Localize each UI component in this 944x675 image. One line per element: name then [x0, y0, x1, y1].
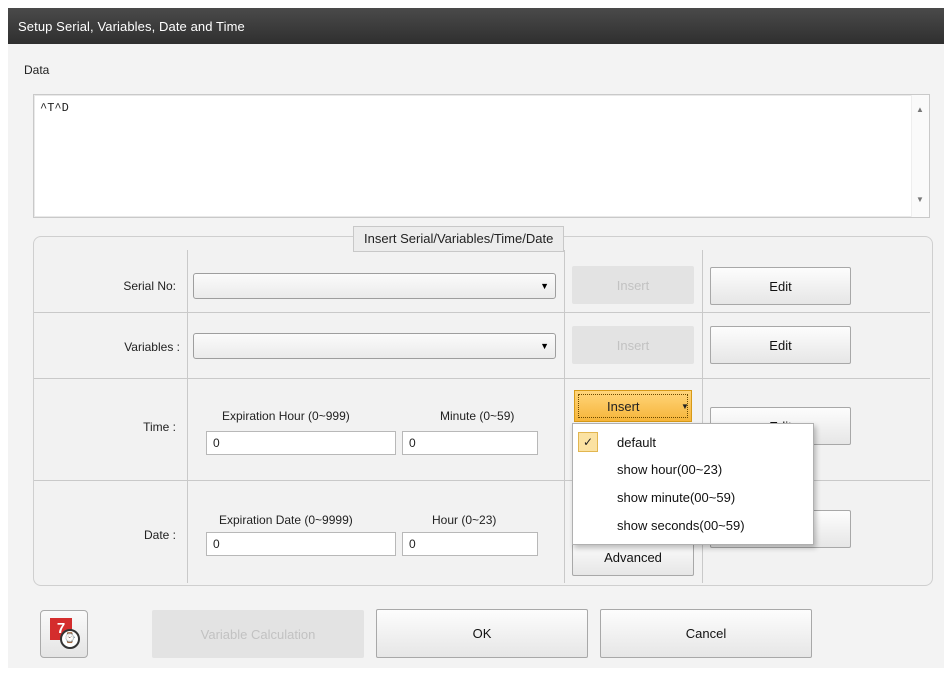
advanced-button[interactable]: Advanced: [572, 540, 694, 576]
advanced-label: Advanced: [604, 550, 662, 565]
data-textarea[interactable]: ^T^D ▲ ▼: [33, 94, 930, 218]
clock-icon: ⌚: [60, 629, 80, 649]
serial-edit-button[interactable]: Edit: [710, 267, 851, 305]
data-content: ^T^D: [40, 101, 69, 115]
dropdown-caret-icon: ▼: [681, 402, 689, 411]
variables-insert-label: Insert: [616, 338, 650, 353]
column-divider: [564, 250, 565, 583]
minute-label: Minute (0~59): [440, 409, 515, 423]
ok-button[interactable]: OK: [376, 609, 588, 658]
expiration-hour-label: Expiration Hour (0~999): [222, 409, 350, 423]
serial-insert-button[interactable]: Insert: [572, 266, 694, 304]
date-hour-label: Hour (0~23): [432, 513, 497, 527]
serial-edit-label: Edit: [769, 279, 792, 294]
serial-insert-label: Insert: [616, 278, 650, 293]
cancel-label: Cancel: [685, 626, 727, 641]
ok-label: OK: [472, 626, 492, 641]
menu-item-show-minute[interactable]: show minute(00~59): [617, 490, 735, 505]
time-insert-dropdown-button[interactable]: Insert ▼: [574, 390, 692, 422]
variables-insert-button[interactable]: Insert: [572, 326, 694, 364]
insert-group-title: Insert Serial/Variables/Time/Date: [353, 226, 565, 252]
serial-combo[interactable]: ▼: [193, 273, 556, 299]
variable-calculation-label: Variable Calculation: [200, 627, 316, 642]
menu-item-default[interactable]: default: [617, 435, 656, 450]
insert-dropdown-menu: ✓ default show hour(00~23) show minute(0…: [572, 423, 814, 545]
serial-label: Serial No:: [123, 279, 176, 293]
scroll-up-icon[interactable]: ▲: [916, 105, 924, 114]
variable-calculation-button[interactable]: Variable Calculation: [152, 610, 364, 658]
column-divider: [187, 250, 188, 583]
time-insert-label: Insert: [607, 399, 640, 414]
checkmark-icon: ✓: [578, 432, 598, 452]
menu-item-show-hour[interactable]: show hour(00~23): [617, 462, 722, 477]
time-label: Time :: [143, 420, 176, 434]
chevron-down-icon: ▼: [540, 341, 549, 351]
variables-label: Variables :: [124, 340, 180, 354]
date-label: Date :: [143, 528, 176, 542]
expiration-date-label: Expiration Date (0~9999): [219, 513, 353, 527]
row-divider: [34, 312, 930, 313]
title-bar: Setup Serial, Variables, Date and Time: [8, 8, 944, 44]
expiration-date-input[interactable]: 0: [206, 532, 396, 556]
minute-input[interactable]: 0: [402, 431, 538, 455]
row-divider: [34, 378, 930, 379]
data-scrollbar[interactable]: ▲ ▼: [911, 95, 929, 217]
data-label: Data: [24, 63, 50, 77]
chevron-down-icon: ▼: [540, 281, 549, 291]
date-time-icon-button[interactable]: 7 ⌚: [40, 610, 88, 658]
window-title: Setup Serial, Variables, Date and Time: [18, 19, 245, 34]
variables-combo[interactable]: ▼: [193, 333, 556, 359]
expiration-hour-input[interactable]: 0: [206, 431, 396, 455]
menu-item-show-seconds[interactable]: show seconds(00~59): [617, 518, 745, 533]
variables-edit-button[interactable]: Edit: [710, 326, 851, 364]
scroll-down-icon[interactable]: ▼: [916, 195, 924, 204]
cancel-button[interactable]: Cancel: [600, 609, 812, 658]
variables-edit-label: Edit: [769, 338, 792, 353]
date-hour-input[interactable]: 0: [402, 532, 538, 556]
